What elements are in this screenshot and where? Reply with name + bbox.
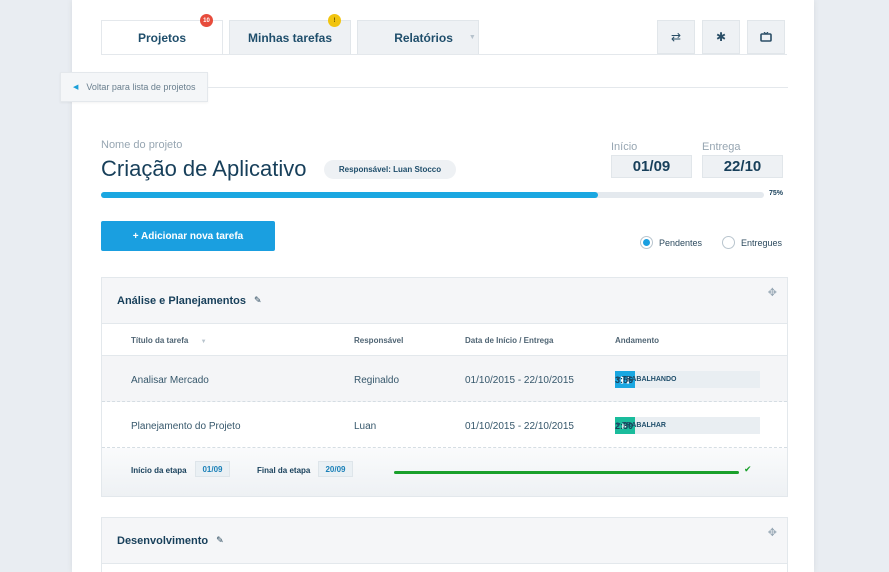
filter-pending-label: Pendentes	[659, 237, 703, 248]
project-title: Criação de Aplicativo	[101, 156, 307, 181]
check-icon: ✔	[744, 464, 752, 474]
tabs-divider	[101, 54, 787, 55]
refresh-icon: ⇄	[670, 30, 682, 44]
sort-icon: ▼	[200, 339, 207, 345]
stage-start-label: Início da etapa	[131, 466, 187, 475]
stage-title: Desenvolvimento	[117, 534, 209, 547]
stage-card: Análise e Planejamentos ✎ ✥ Título da ta…	[101, 277, 788, 497]
task-responsible: Luan	[354, 421, 377, 432]
table-row[interactable]: Analisar Mercado Reginaldo 01/10/2015 - …	[102, 356, 787, 402]
task-responsible: Reginaldo	[354, 375, 400, 386]
move-icon[interactable]: ✥	[768, 286, 777, 299]
filter-delivered[interactable]: Entregues	[722, 236, 782, 249]
pencil-icon[interactable]: ✎	[254, 295, 262, 306]
project-progress-text: 75%	[769, 190, 784, 197]
responsible-badge: Responsável: Luan Stocco	[324, 160, 456, 179]
tab-label: Minhas tarefas	[247, 30, 333, 45]
stage-end-label: Final da etapa	[257, 466, 311, 475]
stage-header: Análise e Planejamentos ✎ ✥	[102, 278, 787, 324]
table-row[interactable]: Planejamento do Projeto Luan 01/10/2015 …	[102, 402, 787, 448]
refresh-button[interactable]: ⇄	[657, 20, 695, 54]
tab-projetos[interactable]: Projetos 10	[101, 14, 223, 55]
chevron-down-icon[interactable]: ▼	[615, 422, 622, 429]
project-progress-bar	[101, 192, 764, 198]
task-status: ▶ TRABALHAR 2:30 ▼	[615, 417, 760, 434]
end-date: 22/10	[702, 155, 783, 178]
main-panel: Projetos 10 Minhas tarefas ! Relatórios …	[60, 0, 814, 572]
divider	[208, 87, 788, 88]
settings-button[interactable]: ✱	[702, 20, 740, 54]
task-title: Analisar Mercado	[131, 375, 209, 386]
tab-label: Projetos	[137, 31, 186, 45]
table-header: Título da tarefa ▼ Responsável Data de I…	[102, 324, 787, 356]
task-dates: 01/10/2015 - 22/10/2015	[465, 421, 574, 432]
start-date-label: Início	[611, 141, 638, 153]
stage-start-date: 01/09	[195, 461, 230, 477]
col-dates: Data de Início / Entrega	[465, 336, 554, 345]
tab-minhas-tarefas[interactable]: Minhas tarefas !	[229, 14, 351, 54]
radio-unselected-icon	[722, 236, 735, 249]
back-label: Voltar para lista de projetos	[86, 82, 196, 92]
stage-title: Análise e Planejamentos	[117, 294, 246, 307]
add-task-button[interactable]: + Adicionar nova tarefa	[101, 221, 275, 251]
chevron-down-icon: ▼	[468, 34, 476, 41]
project-name-label: Nome do projeto	[101, 139, 183, 151]
radio-selected-icon	[640, 236, 653, 249]
stage-end-date: 20/09	[318, 461, 353, 477]
tv-icon	[760, 32, 772, 42]
task-status: ❚❚ TRABALHANDO 3:56 ▼	[615, 371, 760, 388]
stage-header: Desenvolvimento ✎ ✥	[102, 518, 787, 564]
tab-relatorios[interactable]: Relatórios ▼	[357, 20, 479, 54]
task-dates: 01/10/2015 - 22/10/2015	[465, 375, 574, 386]
chevron-left-icon: ◀	[73, 84, 79, 91]
col-progress: Andamento	[615, 336, 659, 345]
col-title[interactable]: Título da tarefa ▼	[131, 336, 207, 345]
stage-card: Desenvolvimento ✎ ✥	[101, 517, 788, 572]
filter-delivered-label: Entregues	[741, 237, 783, 248]
filter-pending[interactable]: Pendentes	[640, 236, 702, 249]
stage-progress-bar	[394, 471, 739, 474]
stage-footer: Início da etapa 01/09 Final da etapa 20/…	[102, 448, 787, 496]
tv-button[interactable]	[747, 20, 785, 54]
col-responsible: Responsável	[354, 336, 404, 345]
move-icon[interactable]: ✥	[768, 526, 777, 539]
gear-icon: ✱	[715, 30, 727, 44]
task-title: Planejamento do Projeto	[131, 421, 241, 432]
back-to-projects-button[interactable]: ◀ Voltar para lista de projetos	[60, 72, 208, 102]
end-date-label: Entrega	[702, 141, 741, 153]
notification-badge: 10	[200, 14, 213, 27]
chevron-down-icon[interactable]: ▼	[615, 376, 622, 383]
tab-label: Relatórios	[394, 30, 453, 45]
project-progress-fill	[101, 192, 599, 198]
warning-badge: !	[328, 14, 341, 27]
start-date: 01/09	[611, 155, 692, 178]
pencil-icon[interactable]: ✎	[216, 535, 224, 546]
